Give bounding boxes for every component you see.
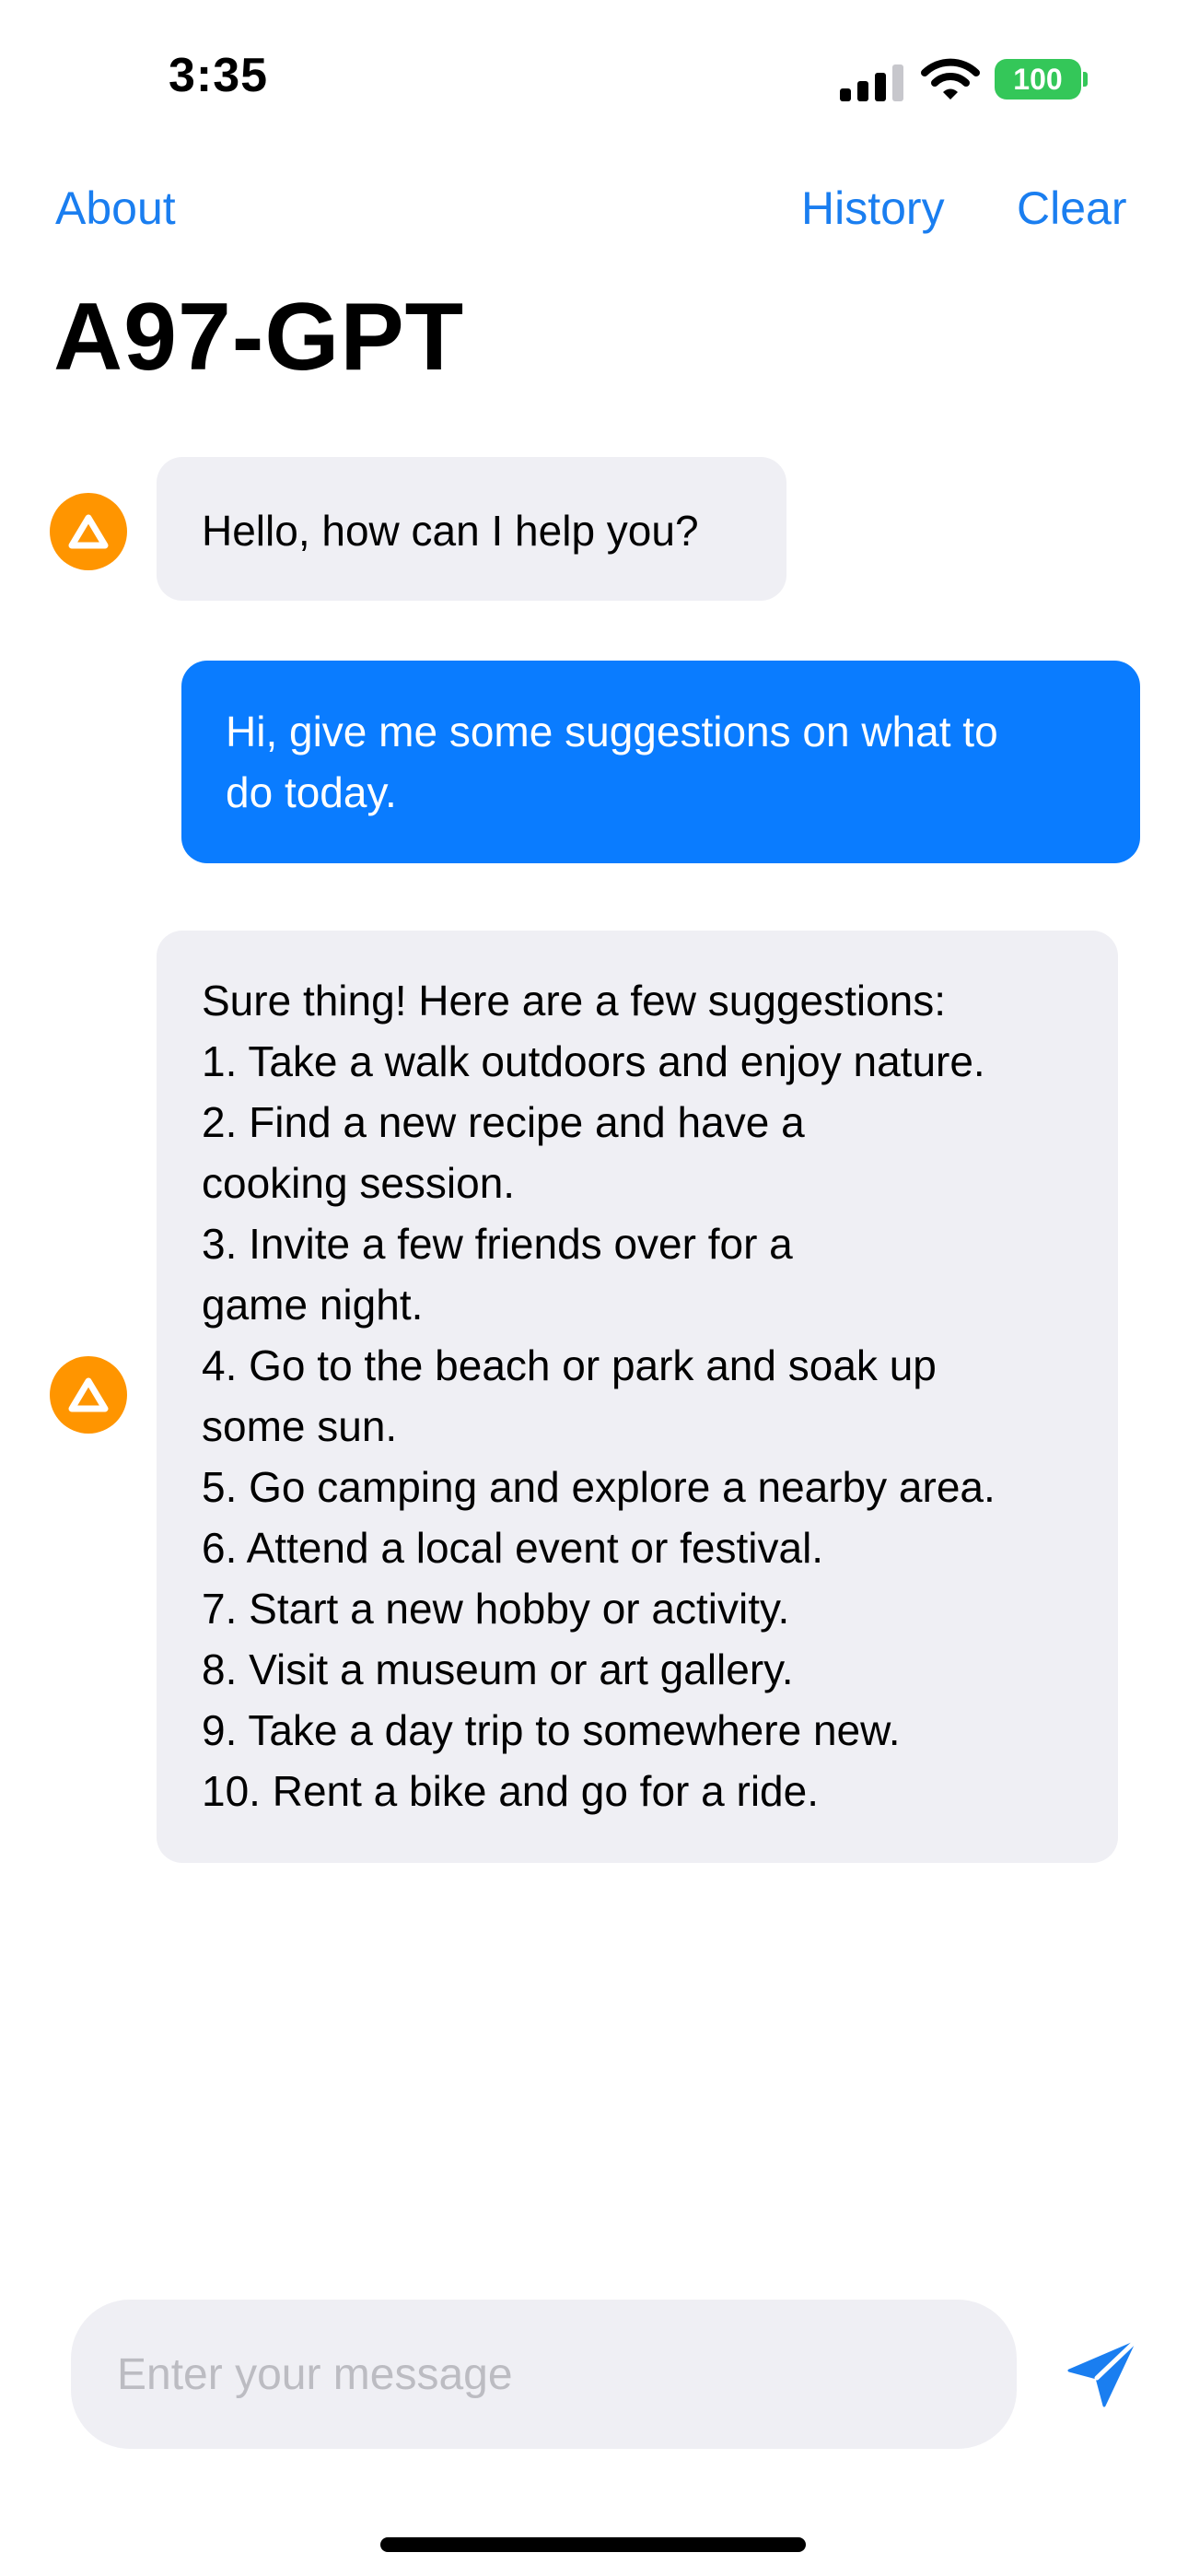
chat-screen: 3:35 100 About History Clear A97-GPT Hel… <box>0 0 1188 2576</box>
message-line: some sun. <box>202 1402 398 1450</box>
triangle-icon <box>68 514 109 549</box>
message-line: 4. Go to the beach or park and soak up <box>202 1341 937 1389</box>
message-line: 6. Attend a local event or festival. <box>202 1524 824 1572</box>
battery-icon: 100 <box>995 59 1081 100</box>
battery-tip <box>1083 72 1088 87</box>
history-button[interactable]: History <box>801 181 945 236</box>
about-button[interactable]: About <box>55 181 176 236</box>
status-time: 3:35 <box>169 49 269 102</box>
message-line: 10. Rent a bike and go for a ride. <box>202 1767 819 1815</box>
send-button[interactable] <box>1064 2336 1141 2413</box>
triangle-icon <box>68 1377 109 1412</box>
user-message-bubble: Hi, give me some suggestions on what to … <box>181 661 1140 863</box>
bot-message-bubble: Hello, how can I help you? <box>157 457 786 601</box>
message-line: Sure thing! Here are a few suggestions: <box>202 977 947 1025</box>
message-line: 9. Take a day trip to somewhere new. <box>202 1706 901 1754</box>
message-line: 5. Go camping and explore a nearby area. <box>202 1463 996 1511</box>
message-line: 7. Start a new hobby or activity. <box>202 1585 790 1633</box>
battery-level: 100 <box>1013 63 1063 96</box>
bot-avatar <box>50 1356 127 1434</box>
message-input[interactable] <box>117 2300 983 2449</box>
message-line: 3. Invite a few friends over for a <box>202 1220 793 1268</box>
cellular-signal-icon <box>840 61 904 101</box>
message-line: Hello, how can I help you? <box>202 507 699 555</box>
wifi-icon <box>921 57 980 101</box>
bot-avatar <box>50 493 127 570</box>
message-line: 2. Find a new recipe and have a <box>202 1098 805 1146</box>
message-line: 8. Visit a museum or art gallery. <box>202 1645 794 1693</box>
message-line: Hi, give me some suggestions on what to <box>226 708 998 755</box>
bot-message-bubble: Sure thing! Here are a few suggestions: … <box>157 931 1118 1863</box>
message-input-container <box>71 2300 1017 2449</box>
message-line: 1. Take a walk outdoors and enjoy nature… <box>202 1037 985 1085</box>
paper-plane-icon <box>1067 2340 1136 2407</box>
message-line: game night. <box>202 1281 424 1329</box>
home-indicator[interactable] <box>380 2537 806 2552</box>
message-line: cooking session. <box>202 1159 516 1207</box>
clear-button[interactable]: Clear <box>1017 181 1126 236</box>
page-title: A97-GPT <box>53 284 465 391</box>
message-line: do today. <box>226 768 397 816</box>
